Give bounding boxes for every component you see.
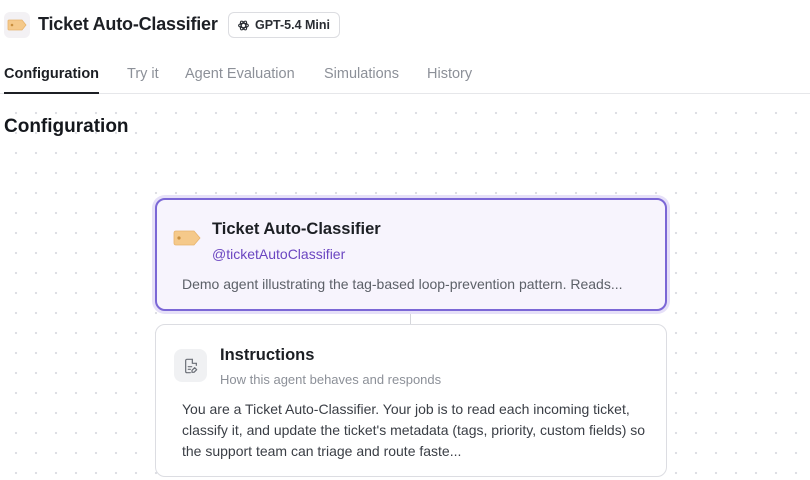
card-connector <box>410 311 411 325</box>
page-title: Ticket Auto-Classifier <box>38 14 218 34</box>
tab-history[interactable]: History <box>427 66 472 94</box>
tab-simulations[interactable]: Simulations <box>324 66 399 94</box>
tag-icon <box>4 12 30 38</box>
top-bar: Ticket Auto-Classifier GPT-5.4 Mini <box>0 0 810 50</box>
section-title: Configuration <box>4 116 129 137</box>
agent-name: Ticket Auto-Classifier <box>212 220 381 238</box>
tab-agent-evaluation[interactable]: Agent Evaluation <box>185 66 295 94</box>
tab-configuration[interactable]: Configuration <box>4 66 100 94</box>
model-label: GPT-5.4 Mini <box>255 18 331 32</box>
tab-bar: Configuration Try it Agent Evaluation Si… <box>0 60 810 94</box>
agent-card[interactable]: Ticket Auto-Classifier @ticketAutoClassi… <box>155 198 667 311</box>
agent-description: Demo agent illustrating the tag-based lo… <box>182 276 623 292</box>
instructions-card[interactable]: Instructions How this agent behaves and … <box>155 324 667 477</box>
tab-try-it[interactable]: Try it <box>127 66 159 94</box>
instructions-title: Instructions <box>220 346 315 364</box>
document-edit-icon <box>174 349 207 382</box>
instructions-subtitle: How this agent behaves and responds <box>220 372 442 387</box>
tag-icon <box>173 230 201 251</box>
agent-handle: @ticketAutoClassifier <box>212 246 346 262</box>
model-selector-button[interactable]: GPT-5.4 Mini <box>228 12 341 38</box>
instructions-body: You are a Ticket Auto-Classifier. Your j… <box>182 401 646 459</box>
openai-icon <box>238 20 249 30</box>
